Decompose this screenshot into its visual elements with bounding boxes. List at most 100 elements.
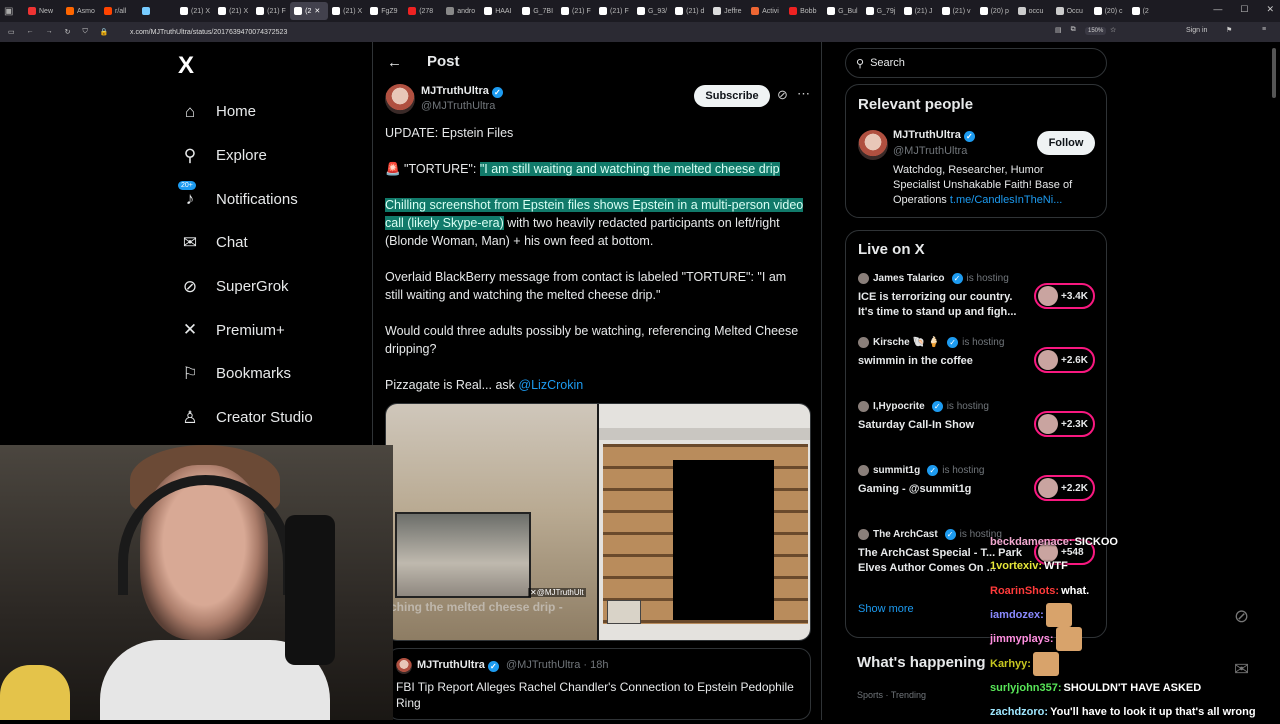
media-image-left[interactable]: ✕@MJTruthUlt tching the melted cheese dr… [386, 404, 597, 640]
nav-item-creator-studio[interactable]: ♙ Creator Studio [178, 396, 312, 440]
sidebar-toggle-icon[interactable]: ▭ [8, 28, 15, 36]
browser-tab[interactable]: Occu [1052, 2, 1090, 20]
browser-tab[interactable]: G_79j [862, 2, 900, 20]
author-name[interactable]: MJTruthUltra ✓ [421, 85, 503, 98]
browser-tab[interactable]: New [24, 2, 62, 20]
chat-username[interactable]: 1vortexiv: [990, 560, 1042, 572]
browser-tab[interactable]: (21) F [252, 2, 290, 20]
listener-count: +2.2K [1061, 482, 1088, 494]
browser-tab[interactable]: (278 [404, 2, 442, 20]
browser-tab[interactable]: (2 [1128, 2, 1166, 20]
lock-icon[interactable]: 🔒 [100, 28, 109, 36]
browser-tab[interactable]: G_7BI [518, 2, 557, 20]
live-space-item[interactable]: summit1g ✓ is hosting Gaming - @summit1g +2.… [858, 465, 1098, 525]
browser-tab[interactable]: G_93/ [633, 2, 671, 20]
nav-item-bookmarks[interactable]: ⚐ Bookmarks [178, 352, 313, 396]
listener-count-pill[interactable]: +2.3K [1034, 411, 1095, 437]
browser-tab[interactable]: andro [442, 2, 480, 20]
browser-tab[interactable]: (21) v [938, 2, 976, 20]
mention-link[interactable]: @LizCrokin [518, 378, 583, 392]
browser-tab[interactable]: (21) F [557, 2, 595, 20]
browser-tab[interactable]: r/all [100, 2, 138, 20]
more-options-icon[interactable]: ⋯ [797, 86, 810, 102]
chat-username[interactable]: surlyjohn357: [990, 682, 1062, 694]
relevant-avatar[interactable] [858, 130, 888, 160]
quoted-post[interactable]: MJTruthUltra ✓ @MJTruthUltra · 18h FBI Ti… [387, 648, 811, 720]
nav-item-chat[interactable]: ✉ Chat [178, 221, 313, 265]
reader-view-icon[interactable]: ▤ [1055, 26, 1062, 34]
show-more-link[interactable]: Show more [858, 603, 914, 615]
grok-icon[interactable]: ⊘ [1234, 606, 1249, 627]
relevant-handle[interactable]: @MJTruthUltra [893, 145, 967, 157]
nav-item-premium[interactable]: ✕ Premium+ [178, 308, 313, 352]
browser-tab[interactable]: (21) J [900, 2, 938, 20]
subscribe-button[interactable]: Subscribe [694, 85, 770, 107]
chat-username[interactable]: RoarinShots: [990, 585, 1059, 597]
verified-badge-icon: ✓ [944, 529, 956, 540]
page-scrollbar[interactable] [1272, 48, 1276, 98]
nav-item-explore[interactable]: ⚲ Explore [178, 134, 313, 178]
back-arrow-icon[interactable]: ← [387, 54, 402, 71]
author-handle[interactable]: @MJTruthUltra [421, 100, 495, 112]
reload-icon[interactable]: ↻ [65, 28, 71, 36]
shield-icon[interactable]: ⛉ [83, 28, 88, 36]
nav-item-notifications[interactable]: ♪ 20+ Notifications [178, 177, 313, 221]
post-media[interactable]: ✕@MJTruthUlt tching the melted cheese dr… [385, 403, 811, 641]
listener-count-pill[interactable]: +2.6K [1034, 347, 1095, 373]
mail-icon[interactable]: ✉ [1234, 659, 1249, 680]
browser-tab[interactable]: FgZ9 [366, 2, 404, 20]
chat-username[interactable]: jimmyplays: [990, 633, 1054, 645]
zoom-level[interactable]: 150% [1085, 27, 1107, 35]
close-icon[interactable]: ✕ [1266, 4, 1274, 15]
chat-username[interactable]: Karhyy: [990, 658, 1031, 670]
maximize-icon[interactable]: ☐ [1240, 4, 1248, 15]
grok-icon[interactable]: ⊘ [777, 87, 788, 103]
chat-username[interactable]: zachdzoro: [990, 706, 1048, 718]
bookmark-star-icon[interactable]: ☆ [1110, 26, 1116, 34]
listener-count-pill[interactable]: +2.2K [1034, 475, 1095, 501]
firefox-view-icon[interactable]: ▣ [4, 6, 24, 17]
nav-item-home[interactable]: ⌂ Home [178, 90, 313, 134]
live-space-item[interactable]: James Talarico ✓ is hosting ICE is terroriz… [858, 273, 1098, 333]
browser-tab[interactable]: Bobb [785, 2, 823, 20]
browser-tab[interactable]: Jeffre [709, 2, 747, 20]
chat-username[interactable]: iamdozex: [990, 609, 1044, 621]
browser-tab[interactable]: (2 ✕ [290, 2, 329, 20]
x-logo[interactable]: X [178, 52, 194, 80]
browser-tab[interactable]: (21) X [328, 2, 366, 20]
browser-tab[interactable]: (20) p [976, 2, 1014, 20]
browser-tab[interactable]: occu [1014, 2, 1052, 20]
post-column: ← Post MJTruthUltra ✓ @MJTruthUltra Subsc… [372, 42, 822, 720]
tab-close-icon[interactable]: ✕ [314, 7, 320, 15]
live-space-item[interactable]: Kirsche 🐚 🍦 ✓ is hosting swimmin in the cof… [858, 337, 1098, 397]
chat-username[interactable]: beckdamenace: [990, 536, 1073, 548]
browser-tab[interactable]: Activi [747, 2, 785, 20]
url-field[interactable]: x.com/MJTruthUltra/status/20176394700743… [130, 29, 287, 36]
author-avatar[interactable] [385, 84, 415, 114]
search-input[interactable]: ⚲ Search [845, 48, 1107, 78]
extensions-icon[interactable]: ⚑ [1226, 26, 1232, 34]
follow-button[interactable]: Follow [1037, 131, 1095, 155]
browser-tab[interactable]: (21) F [595, 2, 633, 20]
browser-tab[interactable]: (20) c [1090, 2, 1128, 20]
menu-icon[interactable]: ≡ [1262, 26, 1266, 33]
picture-in-picture-icon[interactable]: ⧉ [1071, 26, 1076, 34]
listener-count-pill[interactable]: +3.4K [1034, 283, 1095, 309]
browser-tab[interactable]: (21) d [671, 2, 709, 20]
bio-link[interactable]: t.me/CandlesInTheNi... [950, 194, 1063, 206]
media-image-right[interactable] [599, 404, 810, 640]
browser-tab[interactable]: (21) X [214, 2, 252, 20]
live-space-item[interactable]: I,Hypocrite ✓ is hosting Saturday Call-In S… [858, 401, 1098, 461]
account-sign-in[interactable]: Sign in [1186, 27, 1207, 34]
forward-arrow-icon[interactable]: → [46, 28, 53, 36]
relevant-name[interactable]: MJTruthUltra ✓ [893, 129, 975, 142]
browser-tab[interactable]: G_Bul [823, 2, 861, 20]
back-arrow-icon[interactable]: ← [27, 28, 34, 36]
browser-tab[interactable]: (21) X [176, 2, 214, 20]
nav-item-supergrok[interactable]: ⊘ SuperGrok [178, 265, 313, 309]
browser-tab[interactable]: Asmo [62, 2, 100, 20]
minimize-icon[interactable]: — [1213, 4, 1222, 15]
tab-favicon-icon [941, 7, 950, 15]
browser-tab[interactable]: HAAI [480, 2, 518, 20]
browser-tab[interactable] [138, 2, 176, 20]
